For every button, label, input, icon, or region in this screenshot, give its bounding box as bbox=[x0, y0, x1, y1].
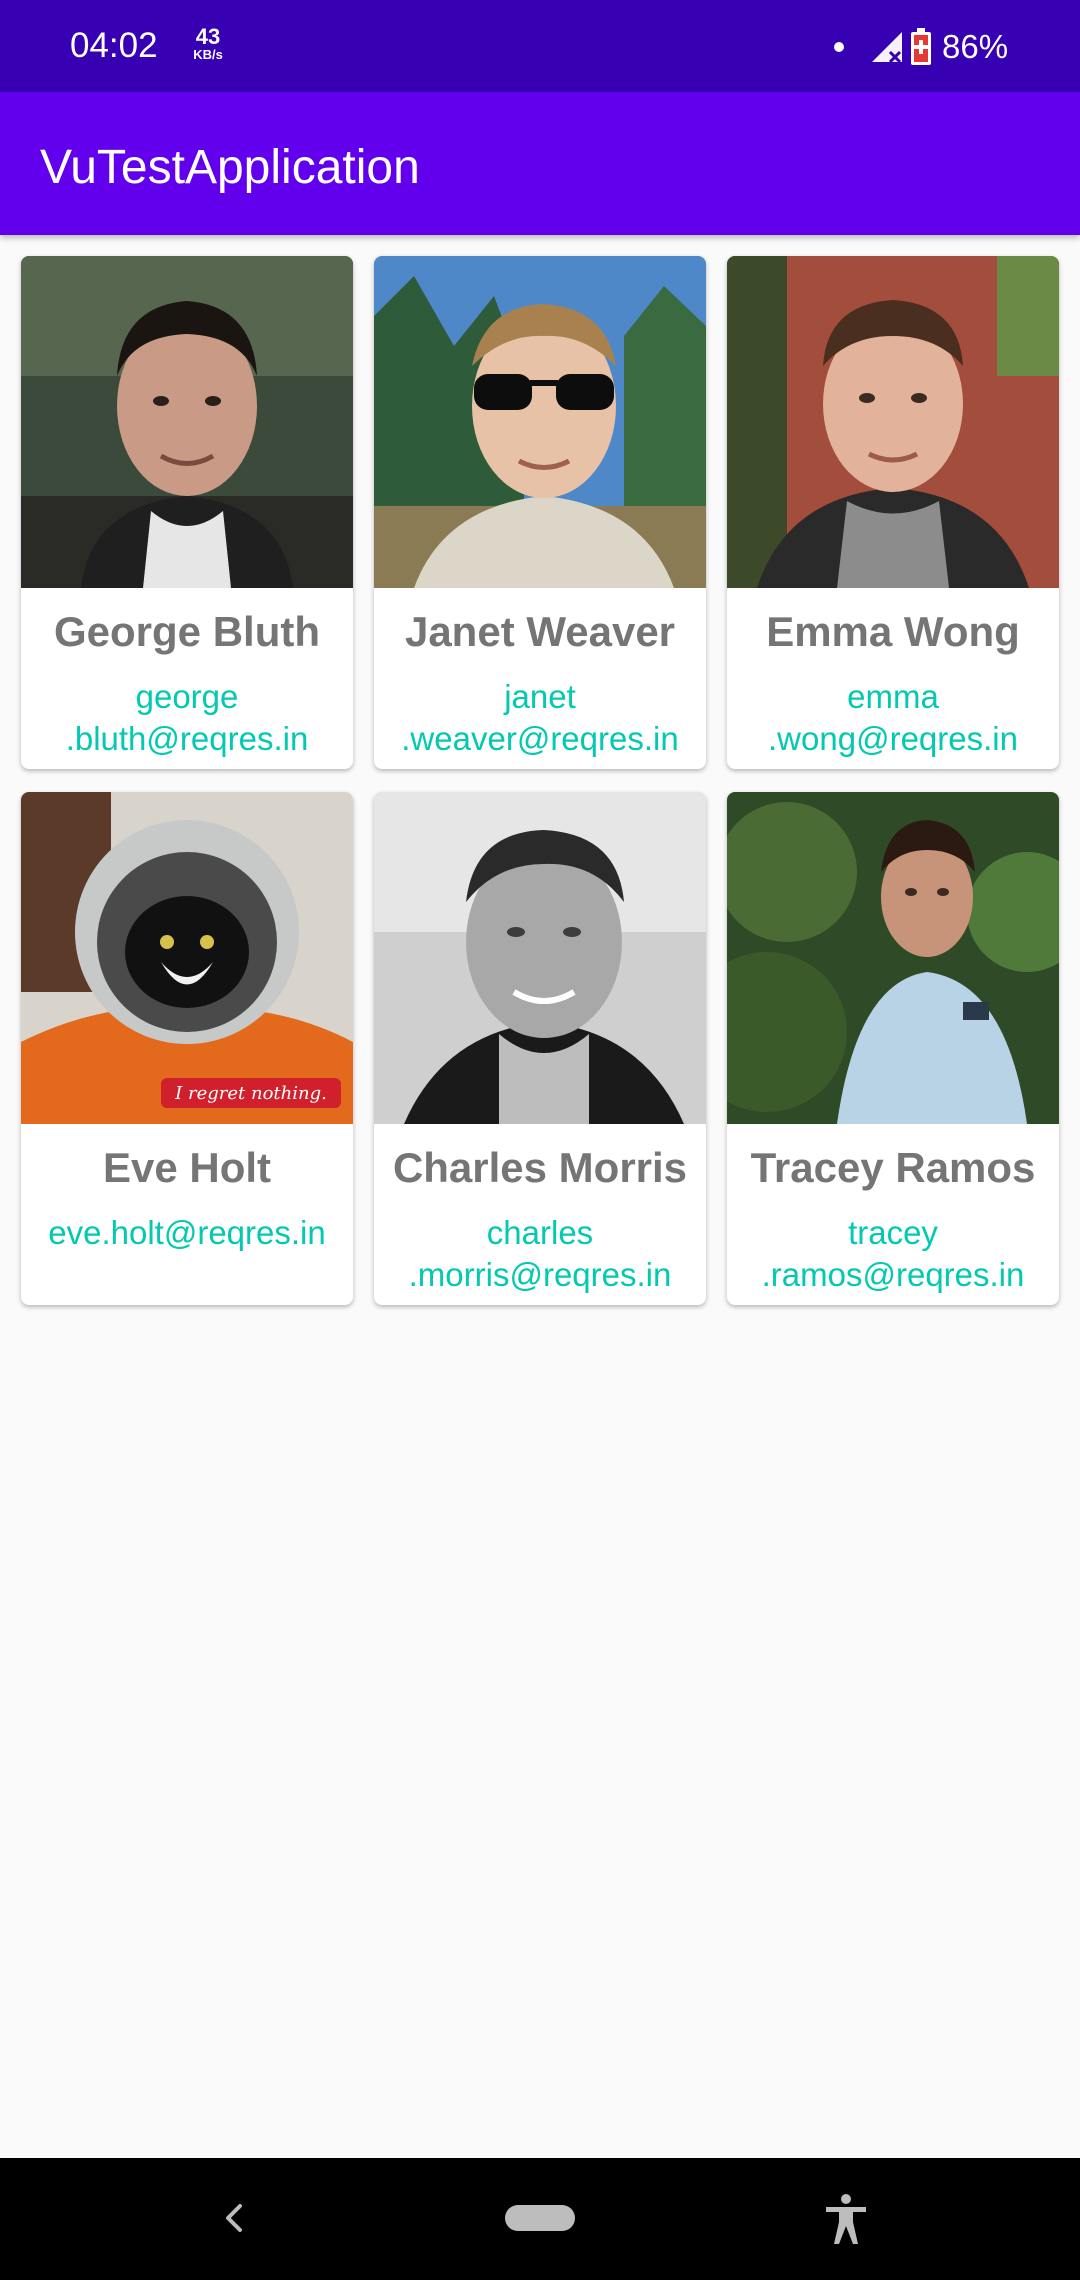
user-email: charles .morris@reqres.in bbox=[408, 1214, 672, 1293]
user-avatar: I regret nothing. bbox=[21, 792, 353, 1124]
user-email: tracey .ramos@reqres.in bbox=[761, 1214, 1025, 1293]
user-card[interactable]: Charles Morris charles .morris@reqres.in bbox=[374, 792, 706, 1305]
user-card[interactable]: Tracey Ramos tracey .ramos@reqres.in bbox=[727, 792, 1059, 1305]
home-pill-icon[interactable] bbox=[505, 2205, 575, 2231]
user-avatar bbox=[727, 792, 1059, 1124]
status-time: 04:02 bbox=[70, 26, 158, 65]
battery-percent: 86% bbox=[942, 28, 1009, 65]
user-avatar bbox=[21, 256, 353, 588]
user-name: Charles Morris bbox=[392, 1144, 688, 1191]
person-photo-bw-icon bbox=[374, 792, 706, 1124]
avatar-caption: I regret nothing. bbox=[174, 1083, 327, 1104]
user-name: Eve Holt bbox=[102, 1144, 272, 1191]
user-card[interactable]: Janet Weaver janet .weaver@reqres.in bbox=[374, 256, 706, 769]
user-avatar bbox=[374, 792, 706, 1124]
user-avatar bbox=[727, 256, 1059, 588]
network-speed-value: 43 bbox=[195, 24, 221, 49]
status-bar: 04:02 43 KB/s 86% bbox=[0, 0, 1080, 92]
signal-icon bbox=[872, 32, 902, 64]
network-speed-unit: KB/s bbox=[193, 47, 223, 62]
app-title: VuTestApplication bbox=[40, 141, 420, 194]
user-email: george .bluth@reqres.in bbox=[65, 678, 309, 757]
user-name: Janet Weaver bbox=[404, 608, 676, 655]
user-avatar bbox=[374, 256, 706, 588]
navigation-bar bbox=[0, 2158, 1080, 2280]
app-bar: VuTestApplication bbox=[0, 92, 1080, 235]
person-photo-icon bbox=[727, 792, 1059, 1124]
network-speed: 43 KB/s bbox=[188, 24, 228, 62]
user-email: janet .weaver@reqres.in bbox=[401, 678, 679, 757]
person-photo-icon bbox=[21, 256, 353, 588]
user-email: emma .wong@reqres.in bbox=[768, 678, 1018, 757]
user-name: George Bluth bbox=[53, 608, 320, 655]
person-photo-icon bbox=[727, 256, 1059, 588]
notification-dot-icon bbox=[834, 42, 844, 52]
user-card[interactable]: Emma Wong emma .wong@reqres.in bbox=[727, 256, 1059, 769]
back-chevron-icon[interactable] bbox=[214, 2196, 250, 2240]
battery-icon bbox=[911, 28, 931, 65]
user-email: eve.holt@reqres.in bbox=[48, 1214, 326, 1251]
user-card[interactable]: George Bluth george .bluth@reqres.in bbox=[21, 256, 353, 769]
person-photo-sunglasses-icon bbox=[374, 256, 706, 588]
user-name: Tracey Ramos bbox=[750, 1144, 1036, 1191]
user-name: Emma Wong bbox=[766, 608, 1020, 655]
accessibility-icon[interactable] bbox=[822, 2192, 870, 2246]
cat-astronaut-photo-icon: I regret nothing. bbox=[21, 792, 353, 1124]
user-card[interactable]: I regret nothing. Eve Holt eve.holt@reqr… bbox=[21, 792, 353, 1305]
